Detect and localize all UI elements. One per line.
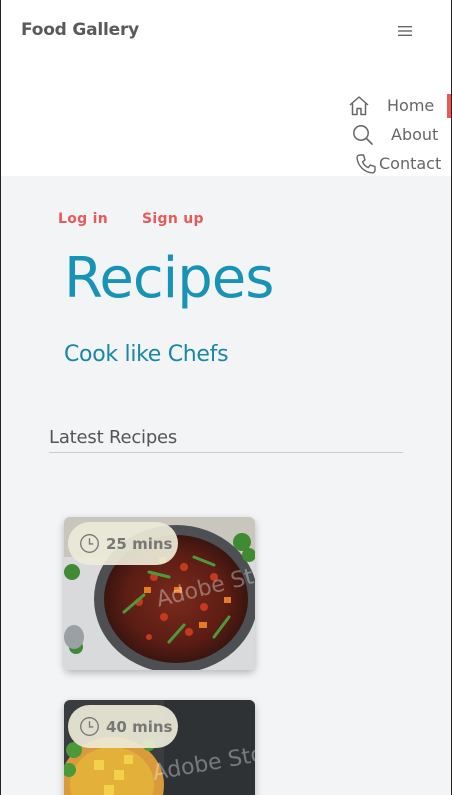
section-header: Latest Recipes (49, 427, 403, 453)
clock-icon (80, 717, 99, 736)
cook-time: 40 mins (106, 717, 173, 736)
top-header: Food Gallery Home About Contact (0, 0, 452, 176)
page-subtitle: Cook like Chefs (64, 342, 229, 367)
brand-logo[interactable]: Food Gallery (21, 20, 139, 40)
nav-item-contact[interactable]: Contact (342, 150, 452, 179)
nav-item-about[interactable]: About (342, 121, 452, 150)
signup-link[interactable]: Sign up (142, 211, 204, 227)
time-badge: 40 mins (68, 705, 178, 748)
main-nav: Home About Contact (342, 92, 452, 179)
recipe-card[interactable]: Adobe Stock 40 mins (64, 700, 255, 795)
nav-item-home[interactable]: Home (342, 92, 452, 121)
active-indicator (447, 94, 452, 118)
search-icon (352, 124, 374, 150)
page-title: Recipes (64, 246, 274, 311)
nav-label-about: About (391, 125, 439, 144)
cook-time: 25 mins (106, 534, 173, 553)
recipe-card[interactable]: Adobe Stock 25 mins (64, 517, 255, 670)
home-icon (348, 95, 370, 120)
clock-icon (80, 534, 99, 553)
time-badge: 25 mins (68, 522, 178, 565)
nav-label-contact: Contact (379, 154, 442, 173)
nav-label-home: Home (387, 96, 435, 115)
section-title: Latest Recipes (49, 427, 178, 448)
hamburger-icon[interactable] (398, 25, 418, 39)
login-link[interactable]: Log in (58, 211, 108, 227)
phone-icon (355, 153, 377, 179)
auth-links: Log in Sign up (58, 211, 204, 227)
